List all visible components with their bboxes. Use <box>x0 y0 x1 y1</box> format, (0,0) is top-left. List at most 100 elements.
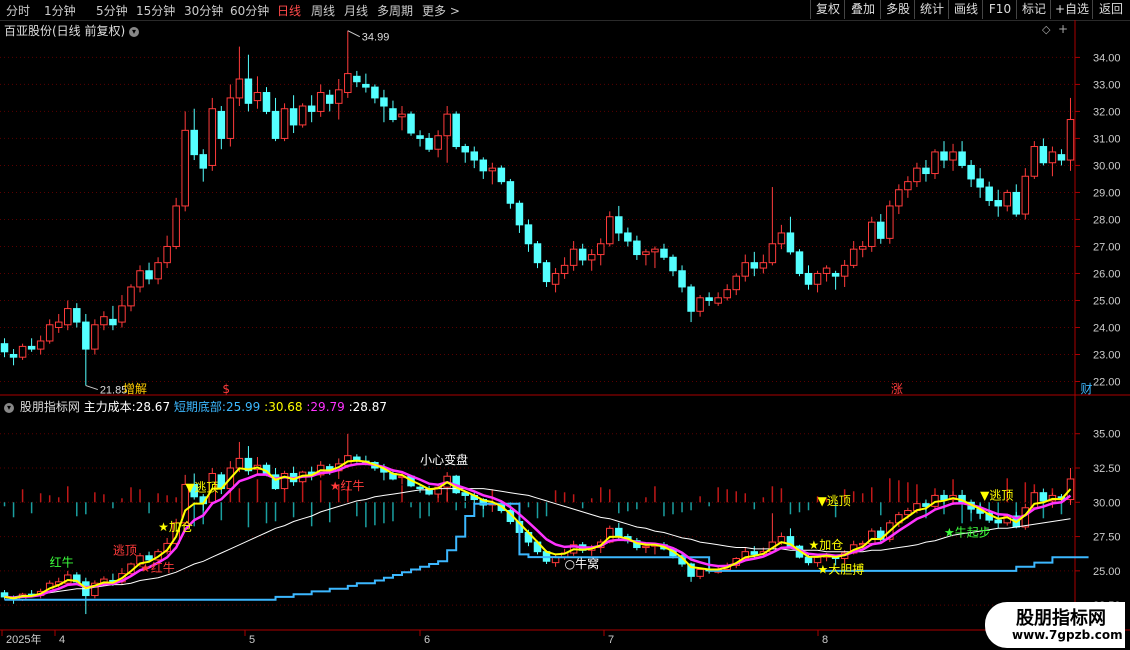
candle-body <box>371 86 379 99</box>
ind-candle-body <box>615 527 623 538</box>
candle-body <box>488 167 497 172</box>
signal-annotation: ★红牛 <box>140 560 175 575</box>
candle-body <box>696 297 704 312</box>
candle-body <box>325 94 334 104</box>
candle-body <box>1066 119 1075 161</box>
candle-body <box>967 164 975 180</box>
toolbar-back[interactable]: 返回 <box>1092 0 1129 19</box>
candle-body <box>849 248 858 266</box>
candle-body <box>759 262 768 269</box>
k-axis-label: 24.00 <box>1093 322 1121 334</box>
candle-body <box>569 248 578 266</box>
tf-weekly[interactable]: 周线 <box>311 2 335 19</box>
value-4: 29.79 <box>310 400 345 414</box>
tf-60min[interactable]: 60分钟 <box>230 2 269 19</box>
ind-axis-label: 30.00 <box>1093 497 1121 509</box>
xaxis-label: 6 <box>424 634 430 646</box>
k-axis-label: 33.00 <box>1093 79 1121 91</box>
candle-body <box>262 92 271 112</box>
value-3: 30.68 <box>268 400 303 414</box>
candle-body <box>669 256 677 272</box>
tf-30min[interactable]: 30分钟 <box>184 2 223 19</box>
indicator-name: 股朋指标网 <box>19 400 80 414</box>
candle-body <box>615 216 623 234</box>
plus-icon[interactable]: + <box>1058 22 1068 36</box>
k-axis-label: 32.00 <box>1093 106 1121 118</box>
tf-daily[interactable]: 日线 <box>277 2 301 19</box>
watermark-url: www.7gpzb.com <box>1012 628 1123 642</box>
toolbar-add-watch[interactable]: +自选 <box>1050 0 1093 19</box>
candle-body <box>316 92 325 112</box>
candle-body <box>813 272 822 285</box>
k-axis-label: 31.00 <box>1093 133 1121 145</box>
toolbar-tongji[interactable]: 统计 <box>914 0 949 19</box>
ind-axis-label: 25.00 <box>1093 566 1121 578</box>
tf-monthly[interactable]: 月线 <box>344 2 368 19</box>
candle-body <box>831 272 840 277</box>
candle-body <box>858 245 867 250</box>
tf-multi[interactable]: 多周期 <box>377 2 413 19</box>
toolbar-huaxian[interactable]: 画线 <box>948 0 983 19</box>
top-toolbar: 分时 1分钟 5分钟 15分钟 30分钟 60分钟 日线 周线 月线 多周期 更… <box>0 0 1130 21</box>
k-axis-label: 22.00 <box>1093 376 1121 388</box>
candle-body <box>786 232 795 253</box>
tf-5min[interactable]: 5分钟 <box>96 2 128 19</box>
candle-body <box>804 272 813 285</box>
k-axis-label: 25.00 <box>1093 295 1121 307</box>
candle-body <box>253 92 262 102</box>
candle-body <box>208 108 217 166</box>
tf-more[interactable]: 更多 > <box>422 2 460 19</box>
candle-body <box>624 232 632 242</box>
ind-candle-body <box>353 456 361 461</box>
candle-body <box>660 248 668 258</box>
chevron-right-icon: > <box>449 4 460 18</box>
candle-body <box>867 221 876 247</box>
candle-body <box>651 248 659 253</box>
toolbar-duogu[interactable]: 多股 <box>880 0 915 19</box>
candle-body <box>362 83 370 88</box>
candle-body <box>235 78 244 99</box>
tf-fenshi[interactable]: 分时 <box>6 2 30 19</box>
candle-body <box>578 248 587 261</box>
candle-body <box>307 105 316 112</box>
candle-body <box>587 254 596 261</box>
candle-body <box>687 286 695 312</box>
tf-15min[interactable]: 15分钟 <box>136 2 175 19</box>
candle-body <box>606 216 614 245</box>
candle-body <box>425 137 433 150</box>
toolbar-fuquan[interactable]: 复权 <box>810 0 845 19</box>
candle-body <box>452 113 460 148</box>
candle-body <box>922 167 930 175</box>
indicator-title: ▾ 股朋指标网 主力成本:28.67 短期底部:25.99 :30.68 :29… <box>4 398 387 415</box>
candle-body <box>678 270 686 288</box>
k-axis-label: 30.00 <box>1093 160 1121 172</box>
candle-body <box>542 262 551 283</box>
diamond-icon[interactable]: ◇ <box>1042 23 1050 36</box>
ind-candle-body <box>696 568 704 577</box>
candle-body <box>768 243 777 264</box>
candle-body <box>154 262 162 280</box>
candle-body <box>560 264 569 274</box>
low-pointer <box>85 385 98 391</box>
candle-body <box>244 78 253 104</box>
toolbar-f10[interactable]: F10 <box>982 0 1017 19</box>
candle-body <box>633 240 641 256</box>
candle-body <box>1003 191 1011 207</box>
candle-body <box>172 205 180 247</box>
toolbar-diejia[interactable]: 叠加 <box>844 0 881 19</box>
candle-body <box>100 316 108 326</box>
toolbar-biaoji[interactable]: 标记 <box>1016 0 1051 19</box>
candle-body <box>226 97 235 139</box>
ind-candle-body <box>145 555 153 561</box>
candle-body <box>940 151 948 161</box>
ind-axis-label: 27.50 <box>1093 532 1121 544</box>
tf-1min[interactable]: 1分钟 <box>44 2 76 19</box>
chevron-down-icon[interactable]: ▾ <box>4 402 14 413</box>
signal-annotation: ★加仓 <box>809 538 844 552</box>
chevron-down-icon[interactable]: ▾ <box>129 26 140 37</box>
event-marker: 增解 <box>123 382 147 396</box>
kline-chart[interactable]: 34.00 33.00 32.00 31.00 30.00 29.00 28.00 27.00… <box>0 20 1130 650</box>
candle-body <box>109 318 117 326</box>
candle-body <box>45 324 54 342</box>
candle-body <box>271 110 280 139</box>
